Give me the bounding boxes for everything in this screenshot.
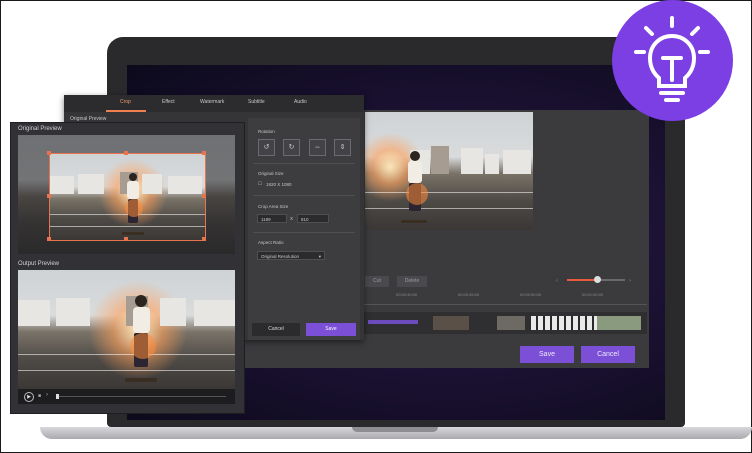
aspect-ratio-label: Aspect Ratio [258, 240, 284, 245]
rotate-right-icon[interactable]: ↻ [283, 139, 300, 156]
zoom-in-icon[interactable]: › [626, 276, 634, 287]
crop-size-separator: X [290, 216, 294, 221]
dialog-save-button[interactable]: Save [306, 323, 356, 336]
dialog-cancel-button[interactable]: Cancel [252, 323, 300, 336]
zoom-slider-handle[interactable] [594, 276, 601, 283]
crop-area-size-label: Crop Area Size [258, 204, 289, 209]
skip-icon[interactable]: › [46, 392, 48, 398]
flip-horizontal-icon[interactable]: ⇔ [309, 139, 326, 156]
stop-icon[interactable]: ■ [38, 393, 41, 399]
flip-vertical-icon[interactable]: ⇕ [334, 139, 351, 156]
timeline-clip[interactable] [597, 316, 641, 330]
tab-audio[interactable]: Audio [294, 99, 307, 105]
timeline-ruler: 00:00:40:00 00:00:45:00 00:00:50:00 00:0… [362, 290, 647, 305]
play-icon[interactable]: ▶ [24, 392, 34, 402]
crop-handle[interactable] [47, 237, 51, 241]
tab-effect[interactable]: Effect [162, 99, 175, 105]
delete-button[interactable]: Delete [397, 276, 427, 287]
rotate-left-icon[interactable]: ↺ [258, 139, 275, 156]
active-tab-indicator [106, 110, 146, 112]
timestamp: 00:01:00:00 [582, 292, 604, 297]
divider [253, 232, 355, 233]
lightbulb-badge [612, 0, 733, 121]
timestamp: 00:00:50:00 [520, 292, 542, 297]
crop-handle[interactable] [47, 151, 51, 155]
seek-bar[interactable] [56, 396, 226, 397]
timestamp: 00:00:40:00 [396, 292, 418, 297]
timeline-clip[interactable] [433, 316, 469, 330]
tab-subtitle[interactable]: Subtitle [248, 99, 265, 105]
cut-button[interactable]: Cut [365, 276, 389, 287]
original-preview-label: Original Preview [18, 126, 62, 132]
timeline-playhead-range [368, 320, 418, 324]
rotation-label: Rotation [258, 129, 275, 134]
editor-cancel-button[interactable]: Cancel [581, 346, 635, 363]
laptop-notch [352, 427, 438, 432]
tab-crop[interactable]: Crop [120, 99, 131, 105]
aspect-ratio-value: Original Resolution [261, 254, 300, 259]
timeline-clip[interactable] [531, 316, 597, 330]
timeline-clip[interactable] [497, 316, 525, 330]
crop-handle[interactable] [124, 237, 128, 241]
crop-handle[interactable] [202, 194, 206, 198]
aspect-ratio-select[interactable]: Original Resolution ▾ [257, 251, 325, 260]
player-controls: ▶ ■ › [18, 389, 235, 404]
zoom-slider-fill [567, 279, 597, 281]
lightbulb-icon [634, 16, 710, 102]
crop-handle[interactable] [47, 194, 51, 198]
crop-handle[interactable] [202, 237, 206, 241]
editor-save-button[interactable]: Save [520, 346, 574, 363]
crop-handle[interactable] [124, 151, 128, 155]
original-size-checkbox-icon[interactable]: ☐ [258, 181, 262, 187]
crop-handle[interactable] [202, 151, 206, 155]
crop-width-input[interactable]: 1189 [257, 214, 287, 223]
timestamp: 00:00:45:00 [458, 292, 480, 297]
zoom-out-icon[interactable]: ‹ [553, 276, 561, 287]
crop-rectangle[interactable] [49, 153, 206, 241]
chevron-down-icon: ▾ [318, 254, 321, 259]
editor-preview-image [365, 112, 533, 230]
seek-handle[interactable] [56, 394, 59, 399]
original-size-label: Original Size [258, 171, 284, 176]
crop-height-input[interactable]: 810 [297, 214, 329, 223]
tab-watermark[interactable]: Watermark [200, 99, 224, 105]
original-size-value: 1920 X 1080 [266, 182, 292, 187]
divider [253, 195, 355, 196]
divider [253, 163, 355, 164]
output-preview [18, 270, 235, 389]
output-preview-label: Output Preview [18, 261, 60, 267]
